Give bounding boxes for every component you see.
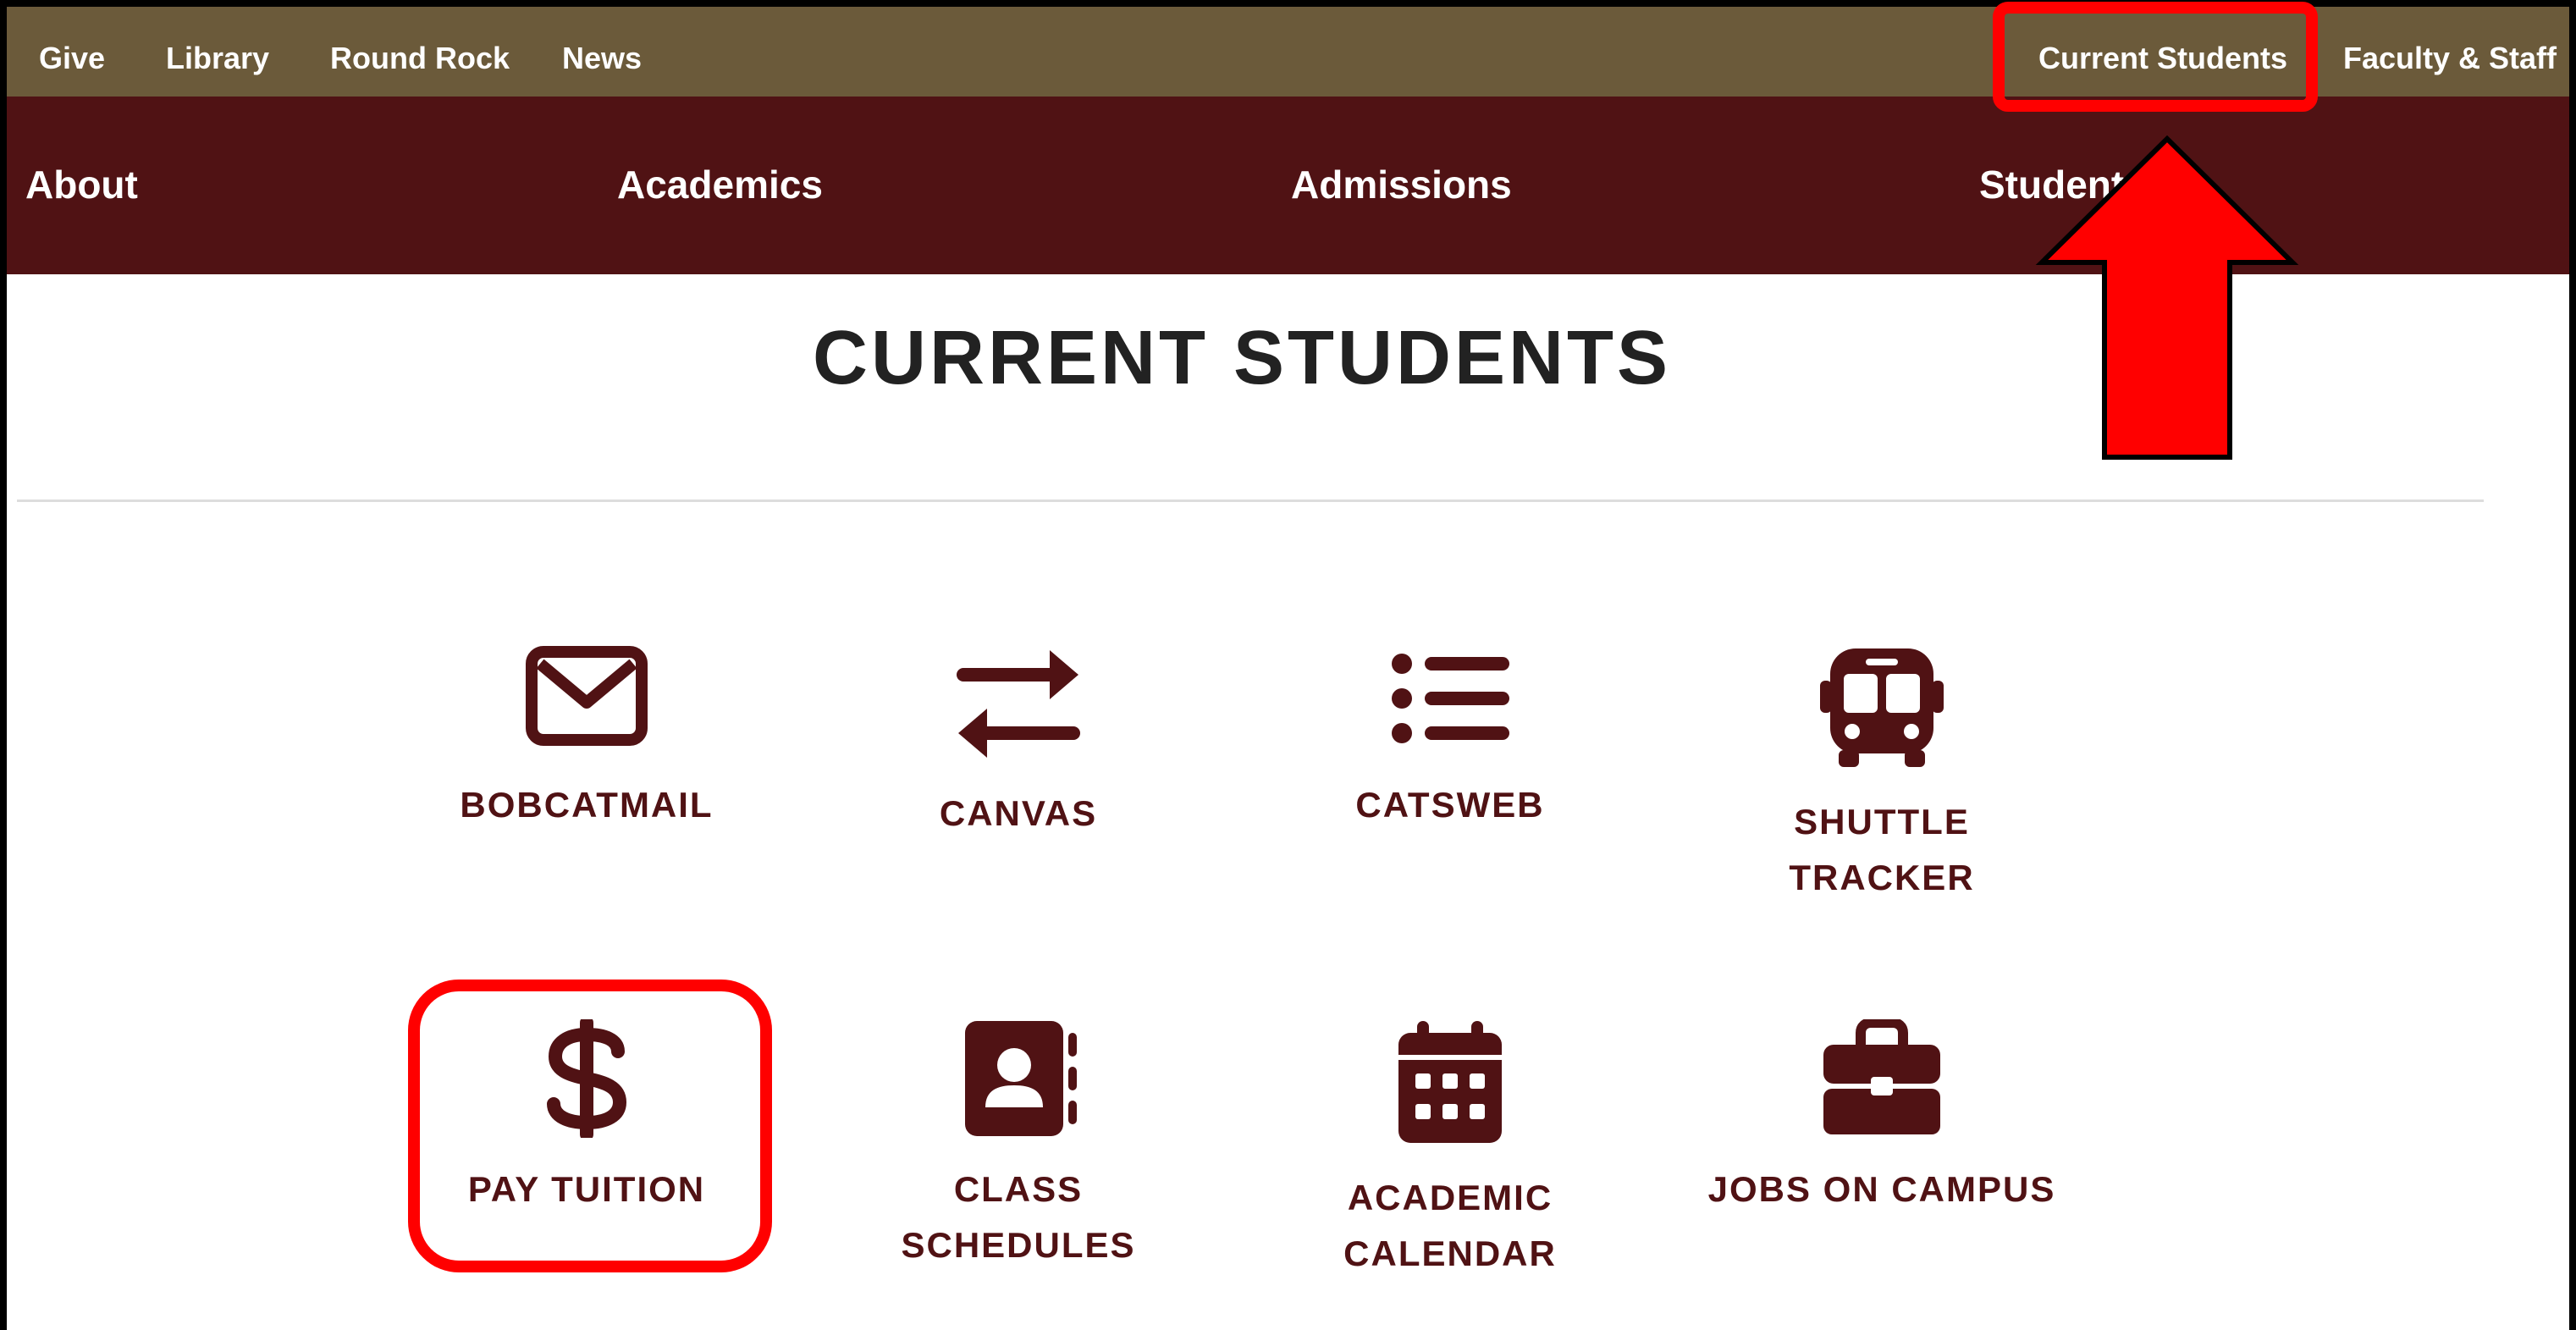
tile-label-class-schedules: CLASS SCHEDULES	[901, 1169, 1136, 1265]
tile-shuttle-tracker[interactable]: SHUTTLE TRACKER	[1704, 643, 2060, 906]
tile-canvas[interactable]: CANVAS	[841, 643, 1196, 842]
tile-pay-tuition[interactable]: PAY TUITION	[409, 1019, 764, 1217]
tile-label-academic-calendar: ACADEMIC CALENDAR	[1343, 1178, 1557, 1273]
list-icon	[1392, 654, 1509, 743]
tile-class-schedules[interactable]: CLASS SCHEDULES	[841, 1019, 1196, 1273]
briefcase-icon	[1823, 1019, 1940, 1134]
calendar-icon	[1398, 1021, 1502, 1143]
tile-label-pay-tuition: PAY TUITION	[467, 1169, 706, 1209]
tile-label-canvas: CANVAS	[939, 793, 1098, 833]
tile-label-catsweb: CATSWEB	[1355, 785, 1545, 825]
tile-bobcatmail[interactable]: BOBCATMAIL	[409, 643, 764, 833]
main-nav-student[interactable]: Student	[1979, 162, 2124, 207]
main-nav-about[interactable]: About	[25, 162, 138, 207]
tile-label-bobcatmail: BOBCATMAIL	[460, 785, 714, 825]
divider	[17, 499, 2484, 502]
bus-icon	[1820, 648, 1944, 767]
main-nav-academics[interactable]: Academics	[617, 162, 823, 207]
address-book-icon	[965, 1021, 1077, 1136]
tile-academic-calendar[interactable]: ACADEMIC CALENDAR	[1272, 1019, 1628, 1282]
tile-catsweb[interactable]: CATSWEB	[1272, 643, 1628, 833]
utility-link-round-rock[interactable]: Round Rock	[330, 41, 510, 76]
page-title: CURRENT STUDENTS	[812, 316, 1671, 400]
utility-link-faculty-staff[interactable]: Faculty & Staff	[2343, 41, 2557, 76]
utility-link-news[interactable]: News	[562, 41, 642, 76]
tile-label-jobs-on-campus: JOBS ON CAMPUS	[1707, 1169, 2056, 1209]
dollar-icon	[547, 1019, 627, 1138]
envelope-icon	[526, 646, 648, 746]
utility-bar: Give Library Round Rock News Current Stu…	[7, 7, 2569, 97]
utility-link-library[interactable]: Library	[166, 41, 269, 76]
arrows-exchange-icon	[957, 650, 1080, 758]
main-nav-admissions[interactable]: Admissions	[1291, 162, 1512, 207]
utility-link-give[interactable]: Give	[39, 41, 105, 76]
main-nav: About Academics Admissions Student	[7, 97, 2569, 274]
utility-link-current-students[interactable]: Current Students	[2038, 41, 2287, 76]
tile-jobs-on-campus[interactable]: JOBS ON CAMPUS	[1704, 1019, 2060, 1217]
tile-label-shuttle-tracker: SHUTTLE TRACKER	[1789, 802, 1975, 897]
